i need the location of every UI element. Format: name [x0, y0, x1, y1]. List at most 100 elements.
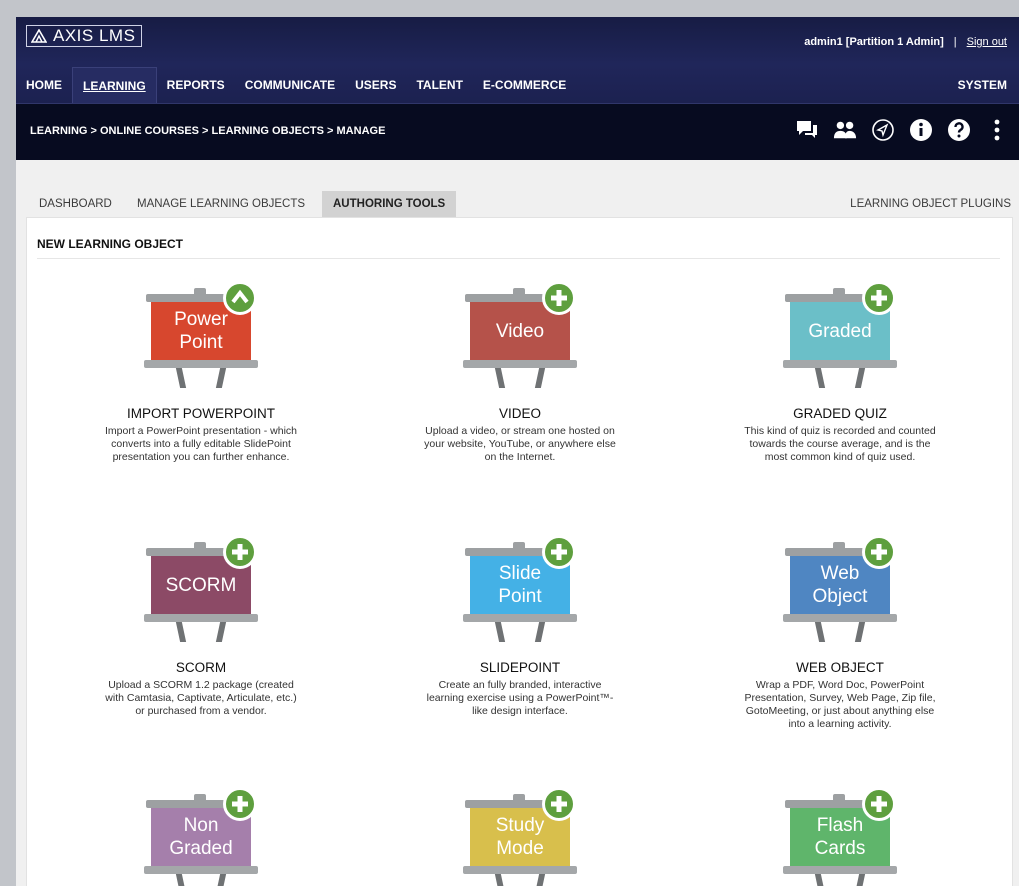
- tile-description: Import a PowerPoint presentation - which…: [104, 425, 297, 463]
- easel-leg: [215, 622, 227, 642]
- easel-leg: [814, 368, 826, 388]
- tile-title: IMPORT POWERPOINT: [126, 406, 275, 421]
- learning-object-tile[interactable]: Study Mode: [360, 787, 680, 886]
- learning-object-tile[interactable]: Web Object WEB OBJECT Wrap a PDF, Word Doc…: [680, 535, 1000, 731]
- up-arrow-icon: [223, 281, 257, 315]
- easel-leg: [854, 622, 866, 642]
- main-nav: HOME LEARNING REPORTS COMMUNICATE USERS …: [16, 67, 576, 103]
- nav-learning[interactable]: LEARNING: [72, 67, 157, 103]
- tab-dashboard[interactable]: DASHBOARD: [28, 191, 123, 217]
- tile-description: Upload a SCORM 1.2 package (created with…: [105, 679, 297, 717]
- easel-bottom-rail: [144, 614, 258, 622]
- tile-title: VIDEO: [498, 406, 541, 421]
- tile-description: Create an fully branded, interactive lea…: [426, 679, 614, 717]
- plus-icon: [223, 535, 257, 569]
- app-window: AXIS LMS admin1 [Partition 1 Admin] | Si…: [16, 17, 1019, 886]
- learning-object-tile[interactable]: SCORM SCORM Upload a SCORM 1.2 package (cr…: [41, 535, 361, 718]
- plus-icon: [862, 281, 896, 315]
- easel-icon: Graded: [781, 281, 899, 394]
- easel-bottom-rail: [463, 866, 577, 874]
- easel-icon: Video: [461, 281, 579, 394]
- easel-leg: [854, 874, 866, 886]
- learning-object-tile[interactable]: Video VIDEO Upload a video, or stream one …: [360, 281, 680, 464]
- plus-icon: [542, 787, 576, 821]
- learning-object-tile[interactable]: Non Graded: [41, 787, 361, 886]
- tile-title: GRADED QUIZ: [793, 406, 887, 421]
- easel-icon: SCORM: [142, 535, 260, 648]
- easel-bottom-rail: [463, 614, 577, 622]
- easel-leg: [175, 874, 187, 886]
- nav-ecommerce[interactable]: E-COMMERCE: [473, 67, 576, 103]
- help-icon[interactable]: [947, 117, 971, 143]
- user-separator: |: [953, 36, 957, 48]
- info-icon[interactable]: [909, 117, 933, 143]
- plus-icon: [862, 535, 896, 569]
- easel-leg: [494, 368, 506, 388]
- tab-manage-learning-objects[interactable]: MANAGE LEARNING OBJECTS: [126, 191, 316, 217]
- panel-divider: [37, 258, 1000, 259]
- chat-icon[interactable]: [795, 117, 819, 143]
- signout-link[interactable]: Sign out: [967, 36, 1007, 48]
- easel-leg: [215, 368, 227, 388]
- tile-description: This kind of quiz is recorded and counte…: [744, 425, 936, 463]
- easel-leg: [534, 874, 546, 886]
- easel-bottom-rail: [463, 360, 577, 368]
- easel-bottom-rail: [144, 360, 258, 368]
- easel-leg: [494, 874, 506, 886]
- user-name: admin1 [Partition 1 Admin]: [804, 36, 944, 48]
- easel-leg: [814, 874, 826, 886]
- tile-title: WEB OBJECT: [796, 660, 884, 675]
- easel-icon: Slide Point: [461, 535, 579, 648]
- tile-title: SCORM: [175, 660, 227, 675]
- easel-leg: [494, 622, 506, 642]
- plus-icon: [223, 787, 257, 821]
- nav-home[interactable]: HOME: [16, 67, 72, 103]
- learning-object-tile[interactable]: Slide Point SLIDEPOINT Create an fully bra…: [360, 535, 680, 718]
- breadcrumb-bar: LEARNING > ONLINE COURSES > LEARNING OBJ…: [16, 103, 1019, 160]
- easel-icon: Study Mode: [461, 787, 579, 886]
- more-icon[interactable]: [985, 117, 1009, 143]
- tab-learning-object-plugins[interactable]: LEARNING OBJECT PLUGINS: [850, 191, 1011, 217]
- tile-description: Wrap a PDF, Word Doc, PowerPoint Present…: [744, 679, 936, 730]
- easel-icon: Flash Cards: [781, 787, 899, 886]
- plus-icon: [542, 535, 576, 569]
- easel-leg: [215, 874, 227, 886]
- plus-icon: [862, 787, 896, 821]
- toolbar-icons: [795, 117, 1009, 143]
- sub-tabs: DASHBOARD MANAGE LEARNING OBJECTS AUTHOR…: [16, 160, 1019, 217]
- nav-system[interactable]: SYSTEM: [958, 78, 1007, 92]
- people-icon[interactable]: [833, 117, 857, 143]
- learning-object-tile[interactable]: Power Point IMPORT POWERPOINT Import a Pow…: [41, 281, 361, 464]
- easel-icon: Web Object: [781, 535, 899, 648]
- tile-title: SLIDEPOINT: [479, 660, 561, 675]
- nav-users[interactable]: USERS: [345, 67, 406, 103]
- easel-leg: [175, 368, 187, 388]
- tab-authoring-tools[interactable]: AUTHORING TOOLS: [322, 191, 457, 217]
- easel-bottom-rail: [144, 866, 258, 874]
- easel-leg: [534, 622, 546, 642]
- new-learning-object-panel: NEW LEARNING OBJECT Power Point IMPORT PO…: [26, 217, 1013, 886]
- breadcrumb: LEARNING > ONLINE COURSES > LEARNING OBJ…: [30, 125, 386, 137]
- easel-bottom-rail: [783, 360, 897, 368]
- easel-bottom-rail: [783, 866, 897, 874]
- user-bar: admin1 [Partition 1 Admin] | Sign out: [804, 36, 1007, 48]
- easel-icon: Power Point: [142, 281, 260, 394]
- easel-leg: [814, 622, 826, 642]
- navigate-icon[interactable]: [871, 117, 895, 143]
- easel-bottom-rail: [783, 614, 897, 622]
- easel-leg: [854, 368, 866, 388]
- logo-icon: [31, 29, 47, 43]
- logo-text: AXIS LMS: [53, 26, 136, 45]
- nav-communicate[interactable]: COMMUNICATE: [235, 67, 345, 103]
- top-header: AXIS LMS admin1 [Partition 1 Admin] | Si…: [16, 17, 1019, 103]
- axis-lms-logo[interactable]: AXIS LMS: [26, 25, 143, 47]
- learning-object-tile[interactable]: Flash Cards: [680, 787, 1000, 886]
- learning-object-tile[interactable]: Graded GRADED QUIZ This kind of quiz is re…: [680, 281, 1000, 464]
- tile-description: Upload a video, or stream one hosted on …: [424, 425, 616, 463]
- screenshot-frame: AXIS LMS admin1 [Partition 1 Admin] | Si…: [0, 0, 1019, 886]
- nav-reports[interactable]: REPORTS: [157, 67, 235, 103]
- easel-leg: [534, 368, 546, 388]
- nav-talent[interactable]: TALENT: [406, 67, 472, 103]
- easel-leg: [175, 622, 187, 642]
- easel-icon: Non Graded: [142, 787, 260, 886]
